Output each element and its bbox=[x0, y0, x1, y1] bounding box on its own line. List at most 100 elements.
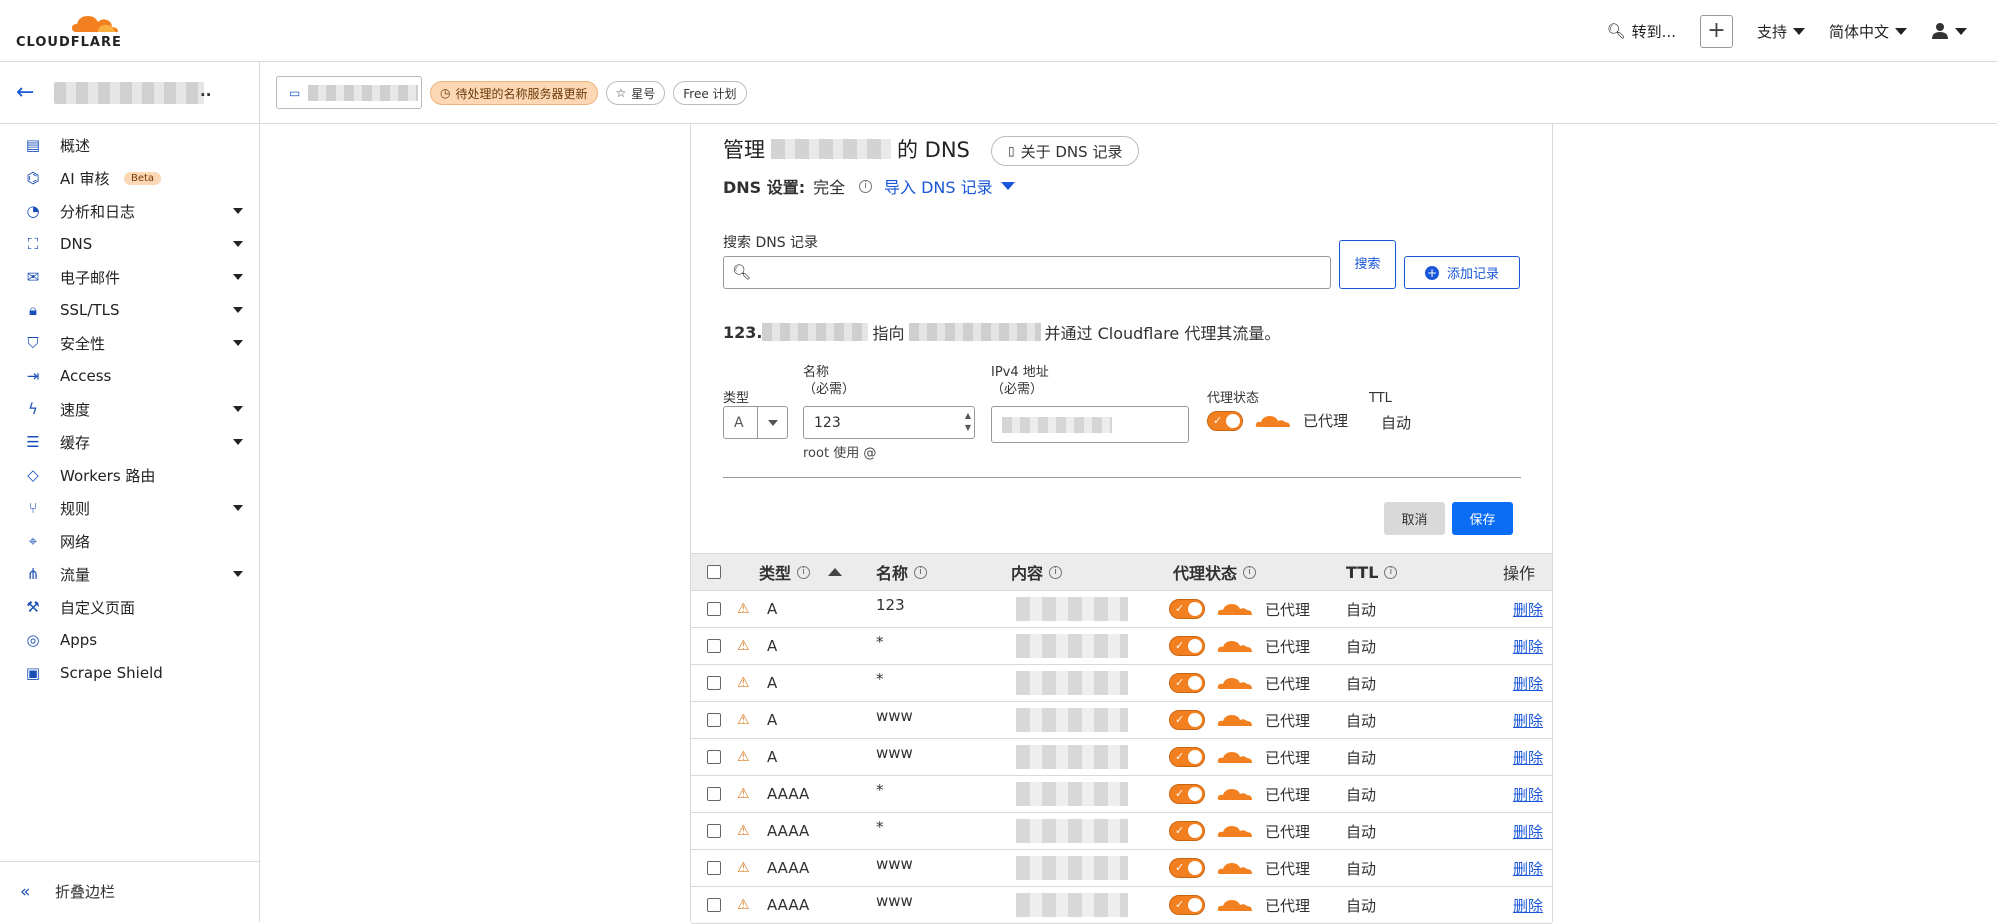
sort-ascending-icon[interactable] bbox=[828, 568, 843, 576]
delete-link[interactable]: 删除 bbox=[1513, 784, 1543, 805]
delete-link[interactable]: 删除 bbox=[1513, 895, 1543, 916]
language-menu[interactable]: 简体中文 bbox=[1829, 21, 1907, 42]
table-row[interactable]: ⚠ A * ✓ 已代理 自动 删除 bbox=[691, 665, 1552, 702]
delete-link[interactable]: 删除 bbox=[1513, 636, 1543, 657]
header-content[interactable]: 内容 i bbox=[1011, 554, 1063, 590]
lock-icon: 🔒︎ bbox=[29, 301, 37, 319]
row-checkbox[interactable] bbox=[707, 639, 721, 653]
row-type: A bbox=[767, 674, 778, 692]
goto-button[interactable]: 🔍︎ 转到... bbox=[1607, 21, 1676, 42]
row-proxy-toggle[interactable]: ✓ bbox=[1169, 747, 1205, 767]
add-record-button[interactable]: + 添加记录 bbox=[1404, 256, 1520, 289]
table-row[interactable]: ⚠ AAAA www ✓ 已代理 自动 删除 bbox=[691, 887, 1552, 924]
search-button[interactable]: 搜索 bbox=[1339, 240, 1396, 289]
warning-icon[interactable]: ⚠ bbox=[737, 823, 750, 839]
table-row[interactable]: ⚠ AAAA www ✓ 已代理 自动 删除 bbox=[691, 850, 1552, 887]
support-label: 支持 bbox=[1756, 22, 1787, 41]
sidebar-item-label: 缓存 bbox=[60, 433, 91, 452]
warning-icon[interactable]: ⚠ bbox=[737, 786, 750, 802]
support-menu[interactable]: 支持 bbox=[1757, 21, 1805, 42]
save-button[interactable]: 保存 bbox=[1452, 502, 1513, 535]
row-checkbox[interactable] bbox=[707, 713, 721, 727]
info-icon[interactable]: i bbox=[914, 565, 928, 579]
plan-badge[interactable]: Free 计划 bbox=[673, 81, 747, 105]
header-type[interactable]: 类型 i bbox=[759, 554, 843, 590]
user-menu[interactable] bbox=[1931, 22, 1967, 40]
warning-icon[interactable]: ⚠ bbox=[737, 601, 750, 617]
name-input[interactable]: 123 ▲ ▼ bbox=[803, 406, 975, 439]
proxy-toggle[interactable]: ✓ bbox=[1207, 410, 1243, 431]
row-name: www bbox=[876, 892, 913, 910]
star-badge[interactable]: ☆ 星号 bbox=[605, 81, 666, 105]
row-checkbox[interactable] bbox=[707, 750, 721, 764]
back-arrow-icon[interactable]: ← bbox=[16, 80, 34, 105]
delete-link[interactable]: 删除 bbox=[1513, 673, 1543, 694]
info-icon[interactable]: i bbox=[1384, 565, 1398, 579]
row-proxy-toggle[interactable]: ✓ bbox=[1169, 599, 1205, 619]
row-proxy-toggle[interactable]: ✓ bbox=[1169, 636, 1205, 656]
delete-link[interactable]: 删除 bbox=[1513, 821, 1543, 842]
table-row[interactable]: ⚠ A * ✓ 已代理 自动 删除 bbox=[691, 628, 1552, 665]
table-row[interactable]: ⚠ Awww ✓ 已代理 自动 删除 bbox=[691, 702, 1552, 739]
ipv4-input[interactable] bbox=[991, 406, 1189, 443]
cloudflare-logo[interactable]: CLOUDFLARE bbox=[16, 10, 126, 50]
warning-icon[interactable]: ⚠ bbox=[737, 749, 750, 765]
row-proxy-toggle[interactable]: ✓ bbox=[1169, 784, 1205, 804]
warning-icon[interactable]: ⚠ bbox=[737, 712, 750, 728]
cancel-button[interactable]: 取消 bbox=[1384, 502, 1445, 535]
row-proxy-toggle[interactable]: ✓ bbox=[1169, 673, 1205, 693]
pending-nameserver-badge[interactable]: ◷ 待处理的名称服务器更新 bbox=[430, 81, 598, 105]
header-proxy[interactable]: 代理状态 i bbox=[1173, 554, 1257, 590]
file-shield-icon: ▣ bbox=[25, 664, 41, 682]
add-plus-button[interactable]: + bbox=[1699, 14, 1733, 48]
title-prefix: 管理 bbox=[723, 138, 765, 162]
warning-icon[interactable]: ⚠ bbox=[737, 675, 750, 691]
row-checkbox[interactable] bbox=[707, 602, 721, 616]
info-icon[interactable]: i bbox=[1243, 565, 1257, 579]
info-icon[interactable]: i bbox=[859, 179, 873, 193]
delete-link[interactable]: 删除 bbox=[1513, 710, 1543, 731]
info-icon[interactable]: i bbox=[797, 565, 811, 579]
delete-link[interactable]: 删除 bbox=[1513, 858, 1543, 879]
collapse-sidebar-button[interactable]: « 折叠边栏 bbox=[0, 861, 259, 921]
header-ttl[interactable]: TTL i bbox=[1346, 554, 1398, 590]
info-icon[interactable]: i bbox=[1049, 565, 1063, 579]
delete-link[interactable]: 删除 bbox=[1513, 599, 1543, 620]
row-name: * bbox=[876, 670, 884, 688]
row-checkbox[interactable] bbox=[707, 898, 721, 912]
warning-icon[interactable]: ⚠ bbox=[737, 860, 750, 876]
table-row[interactable]: ⚠ Awww ✓ 已代理 自动 删除 bbox=[691, 739, 1552, 776]
search-dns-input[interactable]: 🔍︎ bbox=[723, 256, 1331, 289]
row-checkbox[interactable] bbox=[707, 787, 721, 801]
header-name[interactable]: 名称 i bbox=[876, 554, 928, 590]
row-proxy-toggle[interactable]: ✓ bbox=[1169, 858, 1205, 878]
row-type: AAAA bbox=[767, 785, 810, 803]
header-ttl-label: TTL bbox=[1346, 562, 1379, 582]
table-row[interactable]: ⚠ A 123 ✓ 已代理 自动 删除 bbox=[691, 591, 1552, 628]
sidebar-item-partial bbox=[0, 685, 259, 699]
row-checkbox[interactable] bbox=[707, 676, 721, 690]
row-proxy-status: 已代理 bbox=[1265, 896, 1311, 915]
row-checkbox[interactable] bbox=[707, 861, 721, 875]
type-select[interactable]: A bbox=[723, 406, 788, 439]
delete-link[interactable]: 删除 bbox=[1513, 747, 1543, 768]
title-suffix: 的 DNS bbox=[897, 138, 970, 162]
spinner-arrows-icon[interactable]: ▲ ▼ bbox=[965, 410, 971, 434]
row-proxy-toggle[interactable]: ✓ bbox=[1169, 710, 1205, 730]
select-all-checkbox[interactable] bbox=[707, 565, 721, 579]
zone-selector[interactable]: ▭ bbox=[276, 76, 422, 109]
row-proxy-toggle[interactable]: ✓ bbox=[1169, 821, 1205, 841]
import-dns-records-link[interactable]: 导入 DNS 记录 bbox=[884, 174, 1015, 198]
table-row[interactable]: ⚠ AAAA * ✓ 已代理 自动 删除 bbox=[691, 813, 1552, 850]
row-proxy-toggle[interactable]: ✓ bbox=[1169, 895, 1205, 915]
table-row[interactable]: ⚠ AAAA * ✓ 已代理 自动 删除 bbox=[691, 776, 1552, 813]
chevron-down-icon bbox=[233, 439, 243, 445]
ipv4-value-redacted bbox=[1002, 416, 1112, 433]
warning-icon[interactable]: ⚠ bbox=[737, 638, 750, 654]
zone-badges: ◷ 待处理的名称服务器更新 ☆ 星号 Free 计划 bbox=[430, 81, 747, 105]
dns-setting-value: 完全 bbox=[813, 178, 846, 197]
warning-icon[interactable]: ⚠ bbox=[737, 897, 750, 913]
about-dns-records-button[interactable]: ▯ 关于 DNS 记录 bbox=[991, 136, 1140, 166]
row-checkbox[interactable] bbox=[707, 824, 721, 838]
row-type: A bbox=[767, 711, 778, 729]
